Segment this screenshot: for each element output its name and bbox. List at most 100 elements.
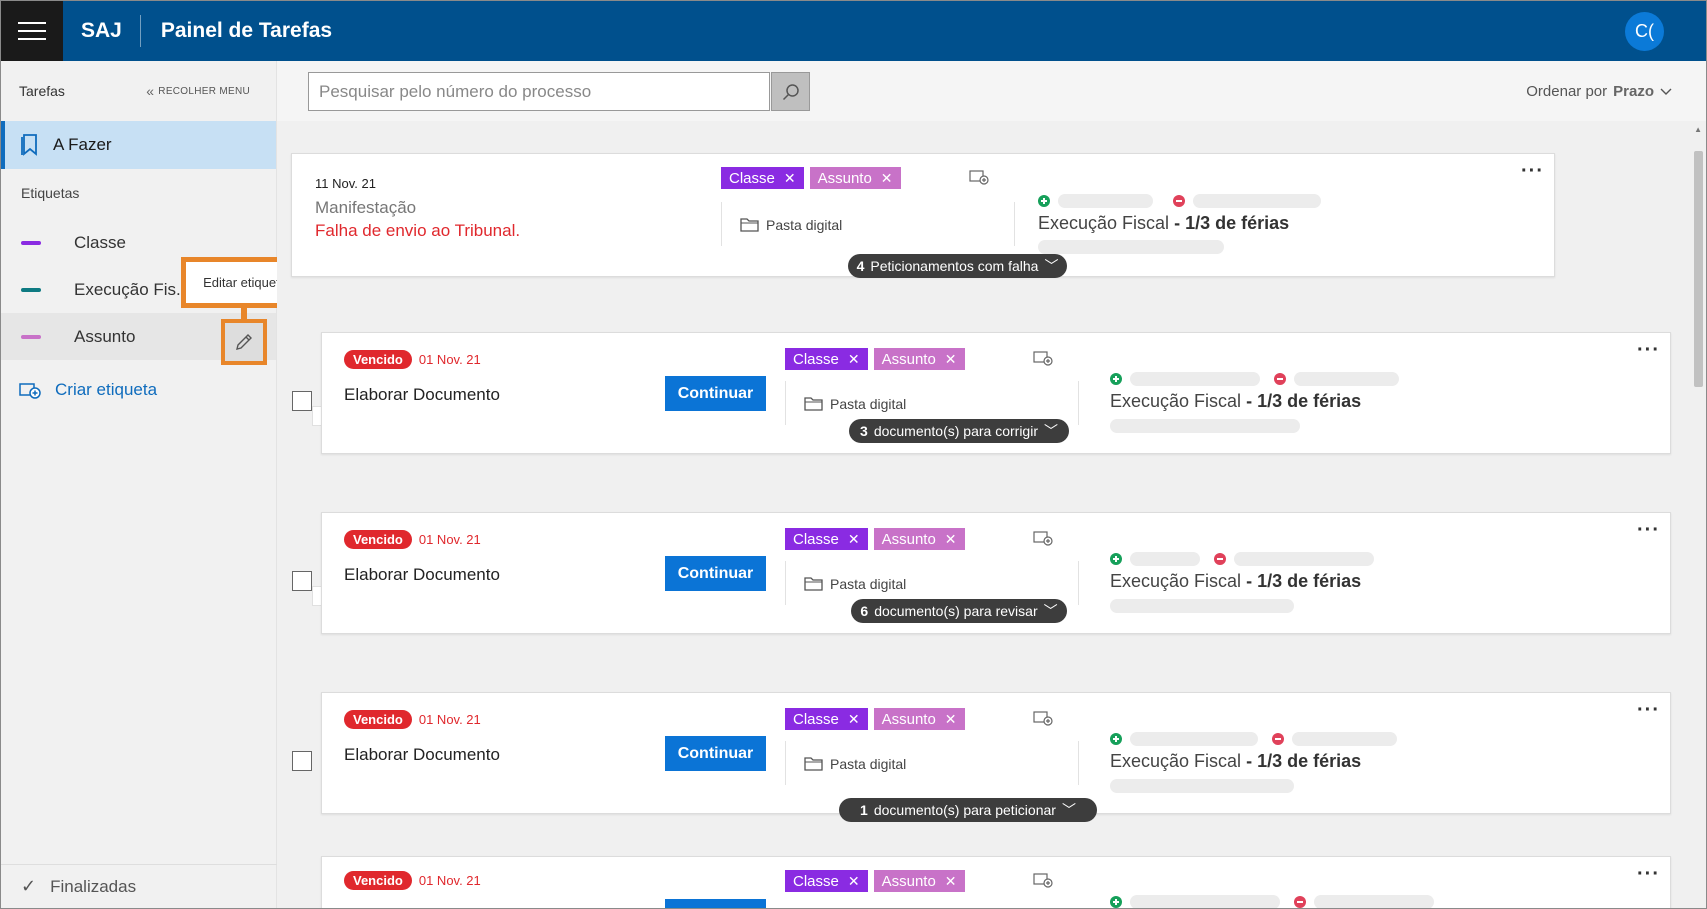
documents-to-petition-toggle[interactable]: 1 documento(s) para peticionar ﹀ — [839, 798, 1097, 822]
remove-tag-icon[interactable]: ✕ — [784, 170, 796, 187]
task-date: 01 Nov. 21 — [418, 352, 481, 367]
edit-label-button[interactable] — [221, 319, 267, 365]
parties-indicators — [1110, 895, 1434, 908]
create-label-button[interactable]: Criar etiqueta — [1, 370, 276, 410]
redacted-party — [1130, 552, 1200, 566]
chevron-down-icon: ﹀ — [1043, 603, 1058, 619]
digital-folder-link[interactable]: Pasta digital — [804, 756, 906, 772]
tag-list: Classe ✕ Assunto ✕ — [785, 528, 965, 550]
continue-button[interactable]: Continuar — [665, 556, 766, 591]
pencil-icon — [236, 334, 252, 350]
more-options-icon[interactable]: ··· — [1637, 864, 1660, 884]
sort-prefix: Ordenar por — [1526, 83, 1608, 100]
folder-label: Pasta digital — [766, 217, 843, 233]
remove-tag-icon[interactable]: ✕ — [881, 170, 893, 187]
task-card[interactable]: Vencido 01 Nov. 21 Classe ✕ Assunto ✕ ··· — [321, 856, 1671, 908]
add-tag-icon[interactable] — [1033, 872, 1053, 888]
scroll-up-arrow[interactable]: ▲ — [1694, 125, 1702, 134]
hamburger-menu-button[interactable] — [1, 1, 63, 61]
plus-circle-icon — [1110, 553, 1122, 565]
double-chevron-left-icon: « — [146, 83, 155, 99]
tag-assunto[interactable]: Assunto ✕ — [873, 870, 965, 892]
tag-classe[interactable]: Classe ✕ — [785, 870, 868, 892]
class-separator: - — [1241, 391, 1258, 411]
tag-classe[interactable]: Classe ✕ — [785, 348, 868, 370]
remove-tag-icon[interactable]: ✕ — [848, 351, 860, 368]
remove-tag-icon[interactable]: ✕ — [945, 873, 957, 890]
tag-assunto[interactable]: Assunto ✕ — [873, 708, 965, 730]
continue-button[interactable]: Continuar — [665, 376, 766, 411]
tag-assunto[interactable]: Assunto ✕ — [873, 528, 965, 550]
tag-classe[interactable]: Classe ✕ — [785, 708, 868, 730]
redacted-process-number — [1038, 240, 1224, 254]
toolbar: Ordenar por Prazo — [277, 61, 1706, 121]
redacted-party — [1294, 372, 1399, 386]
search-button[interactable] — [771, 72, 810, 111]
scrollbar[interactable] — [1693, 137, 1704, 908]
redacted-process-number — [1110, 779, 1294, 793]
task-checkbox[interactable] — [292, 391, 312, 411]
add-tag-icon[interactable] — [1033, 350, 1053, 366]
tag-classe[interactable]: Classe ✕ — [785, 528, 868, 550]
redacted-party — [1314, 895, 1434, 908]
sidebar: Tarefas « RECOLHER MENU A Fazer Etiqueta… — [1, 61, 277, 908]
add-tag-icon[interactable] — [1033, 710, 1053, 726]
digital-folder-link[interactable]: Pasta digital — [804, 396, 906, 412]
collapse-menu-button[interactable]: « RECOLHER MENU — [146, 83, 250, 99]
tag-assunto[interactable]: Assunto ✕ — [809, 167, 901, 189]
more-options-icon[interactable]: ··· — [1637, 520, 1660, 540]
task-class-text: Execução Fiscal - 1/3 de férias — [1110, 751, 1361, 772]
redacted-party — [1130, 732, 1258, 746]
label-color-swatch — [21, 334, 41, 339]
parties-indicators — [1110, 372, 1399, 386]
minus-circle-icon — [1294, 896, 1306, 908]
more-options-icon[interactable]: ··· — [1521, 161, 1544, 181]
more-options-icon[interactable]: ··· — [1637, 700, 1660, 720]
main-content: Ordenar por Prazo ▲ 11 Nov. 21 Manifesta… — [277, 61, 1706, 908]
task-checkbox[interactable] — [292, 751, 312, 771]
continue-button[interactable] — [665, 899, 766, 908]
tag-assunto[interactable]: Assunto ✕ — [873, 348, 965, 370]
remove-tag-icon[interactable]: ✕ — [945, 351, 957, 368]
more-options-icon[interactable]: ··· — [1637, 340, 1660, 360]
failed-petitions-toggle[interactable]: 4 Peticionamentos com falha ﹀ — [848, 254, 1067, 278]
tag-classe[interactable]: Classe ✕ — [721, 167, 804, 189]
user-avatar[interactable]: C( — [1625, 12, 1664, 51]
task-card[interactable]: Vencido 01 Nov. 21 Elaborar Documento Con… — [321, 692, 1671, 814]
remove-tag-icon[interactable]: ✕ — [848, 531, 860, 548]
parties-indicators — [1110, 732, 1397, 746]
checkmark-icon: ✓ — [21, 876, 37, 896]
task-subtitle: Manifestação — [315, 198, 417, 217]
minus-circle-icon — [1214, 553, 1226, 565]
documents-to-review-toggle[interactable]: 6 documento(s) para revisar ﹀ — [851, 599, 1067, 623]
pill-text: documento(s) para corrigir — [873, 423, 1038, 439]
divider — [1078, 741, 1079, 785]
remove-tag-icon[interactable]: ✕ — [848, 873, 860, 890]
remove-tag-icon[interactable]: ✕ — [848, 711, 860, 728]
documents-to-fix-toggle[interactable]: 3 documento(s) para corrigir ﹀ — [849, 419, 1069, 443]
task-checkbox[interactable] — [292, 571, 312, 591]
sidebar-item-finalizadas[interactable]: ✓ Finalizadas — [1, 864, 277, 908]
task-title: Elaborar Documento — [344, 385, 500, 404]
sort-dropdown[interactable]: Ordenar por Prazo — [1526, 83, 1672, 100]
add-tag-icon[interactable] — [969, 169, 989, 185]
scrollbar-thumb[interactable] — [1694, 151, 1703, 387]
divider — [785, 561, 786, 605]
remove-tag-icon[interactable]: ✕ — [945, 711, 957, 728]
task-class-text: Execução Fiscal - 1/3 de férias — [1038, 213, 1289, 234]
remove-tag-icon[interactable]: ✕ — [945, 531, 957, 548]
tag-label: Assunto — [817, 169, 872, 187]
folder-label: Pasta digital — [830, 756, 907, 772]
class-name: Execução Fiscal — [1038, 213, 1170, 233]
labels-section-title: Etiquetas — [21, 185, 80, 201]
continue-button[interactable]: Continuar — [665, 736, 766, 771]
digital-folder-link[interactable]: Pasta digital — [804, 576, 906, 592]
redacted-party — [1130, 372, 1260, 386]
sidebar-item-a-fazer[interactable]: A Fazer — [1, 121, 276, 169]
digital-folder-link[interactable]: Pasta digital — [740, 217, 842, 233]
search-input[interactable] — [309, 73, 769, 110]
class-suffix: 1/3 de férias — [1257, 571, 1362, 591]
add-tag-icon[interactable] — [1033, 530, 1053, 546]
redacted-process-number — [1110, 599, 1294, 613]
overdue-indicator: Vencido 01 Nov. 21 — [344, 871, 481, 890]
